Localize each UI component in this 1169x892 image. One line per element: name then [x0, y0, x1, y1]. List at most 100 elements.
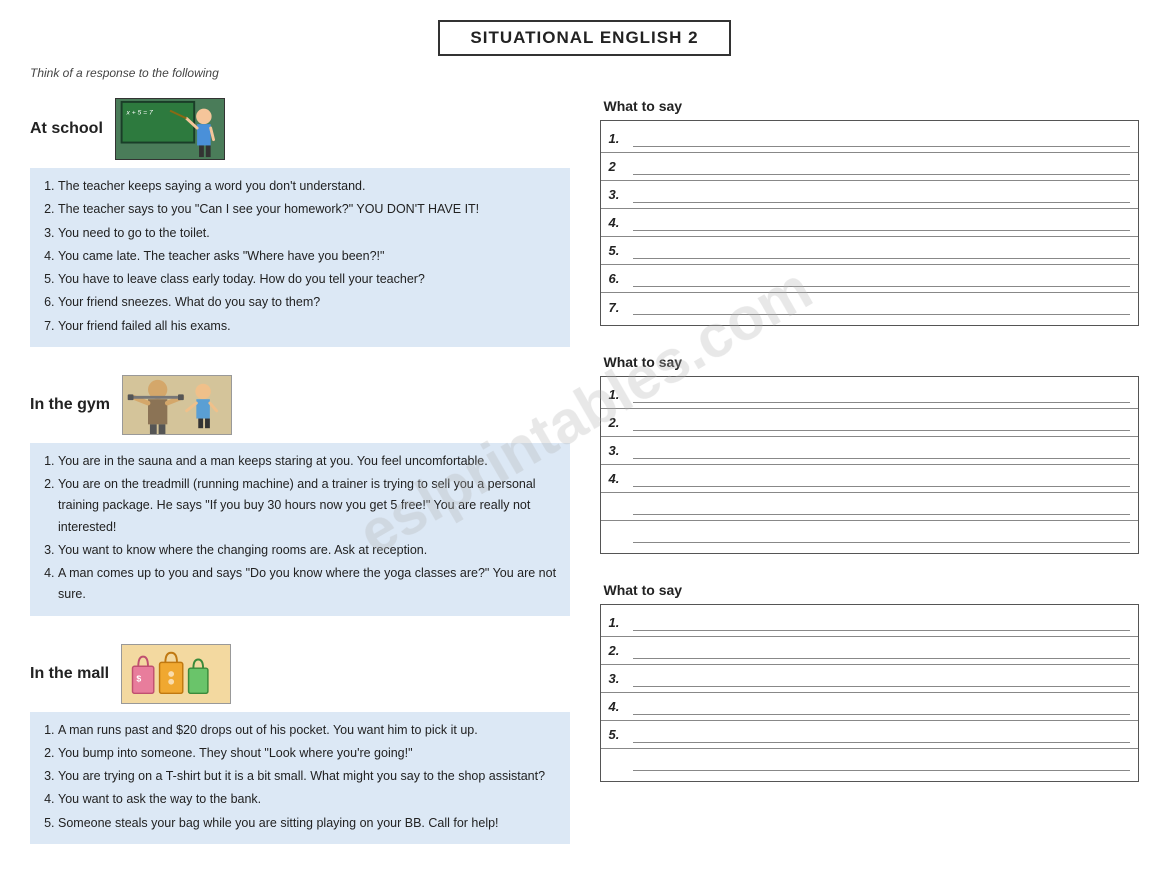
- answer-num: 6.: [609, 271, 629, 286]
- answer-num: 2.: [609, 415, 629, 430]
- answer-row: 2.: [601, 637, 1139, 665]
- answer-row: [601, 493, 1139, 521]
- section-at-school: At school x + 5 = 7: [30, 98, 570, 347]
- list-item: A man runs past and $20 drops out of his…: [58, 720, 558, 741]
- list-item: You need to go to the toilet.: [58, 223, 558, 244]
- answer-line: [633, 499, 1131, 515]
- answer-row: 7.: [601, 293, 1139, 321]
- list-item: The teacher keeps saying a word you don'…: [58, 176, 558, 197]
- answer-row: 4.: [601, 465, 1139, 493]
- list-item: You are in the sauna and a man keeps sta…: [58, 451, 558, 472]
- subtitle: Think of a response to the following: [30, 66, 1139, 80]
- section-gym-title: In the gym: [30, 396, 110, 414]
- answer-row: [601, 749, 1139, 777]
- section-in-the-gym: In the gym: [30, 375, 570, 616]
- list-item: The teacher says to you "Can I see your …: [58, 199, 558, 220]
- gym-image: [122, 375, 232, 435]
- what-to-say-mall: What to say 1. 2. 3. 4.: [600, 582, 1140, 782]
- list-item: You came late. The teacher asks "Where h…: [58, 246, 558, 267]
- content-wrapper: At school x + 5 = 7: [30, 98, 1139, 872]
- svg-text:$: $: [136, 673, 141, 683]
- answer-num: 3.: [609, 187, 629, 202]
- section-at-school-title: At school: [30, 120, 103, 138]
- answer-line: [633, 671, 1131, 687]
- answer-num: 2: [609, 159, 629, 174]
- section-at-school-items: The teacher keeps saying a word you don'…: [30, 168, 570, 347]
- list-item: You have to leave class early today. How…: [58, 269, 558, 290]
- answer-num: 3.: [609, 671, 629, 686]
- list-item: Someone steals your bag while you are si…: [58, 813, 558, 834]
- mall-image: $: [121, 644, 231, 704]
- answer-line: [633, 755, 1131, 771]
- list-item: You want to ask the way to the bank.: [58, 789, 558, 810]
- answer-num: 4.: [609, 471, 629, 486]
- page-title: SITUATIONAL ENGLISH 2: [438, 20, 730, 56]
- what-to-say-gym-label: What to say: [600, 354, 1140, 370]
- answer-row: 2.: [601, 409, 1139, 437]
- section-mall-title: In the mall: [30, 665, 109, 683]
- answer-num: 1.: [609, 615, 629, 630]
- answer-num: 4.: [609, 699, 629, 714]
- answer-row: 4.: [601, 209, 1139, 237]
- answer-line: [633, 387, 1131, 403]
- answer-line: [633, 131, 1131, 147]
- list-item: You want to know where the changing room…: [58, 540, 558, 561]
- what-to-say-school: What to say 1. 2 3. 4.: [600, 98, 1140, 326]
- answer-row: 4.: [601, 693, 1139, 721]
- list-item: You bump into someone. They shout "Look …: [58, 743, 558, 764]
- section-in-the-mall: In the mall $: [30, 644, 570, 844]
- answer-row: 2: [601, 153, 1139, 181]
- svg-text:x + 5 = 7: x + 5 = 7: [125, 109, 153, 116]
- section-gym-header: In the gym: [30, 375, 570, 435]
- answer-line: [633, 299, 1131, 315]
- answer-line: [633, 187, 1131, 203]
- answer-row: 3.: [601, 181, 1139, 209]
- answer-line: [633, 243, 1131, 259]
- answer-row: 1.: [601, 125, 1139, 153]
- answer-line: [633, 471, 1131, 487]
- answer-line: [633, 699, 1131, 715]
- answer-row: 3.: [601, 665, 1139, 693]
- answer-row: 6.: [601, 265, 1139, 293]
- answer-num: 1.: [609, 131, 629, 146]
- list-item: Your friend sneezes. What do you say to …: [58, 292, 558, 313]
- answer-num: 1.: [609, 387, 629, 402]
- answer-num: 3.: [609, 443, 629, 458]
- answer-line: [633, 215, 1131, 231]
- answer-row: 1.: [601, 381, 1139, 409]
- answer-row: 5.: [601, 721, 1139, 749]
- section-mall-items: A man runs past and $20 drops out of his…: [30, 712, 570, 844]
- answer-num: 2.: [609, 643, 629, 658]
- section-mall-header: In the mall $: [30, 644, 570, 704]
- answer-row: 5.: [601, 237, 1139, 265]
- answer-line: [633, 271, 1131, 287]
- answer-line: [633, 727, 1131, 743]
- answer-line: [633, 443, 1131, 459]
- answer-num: 4.: [609, 215, 629, 230]
- answer-line: [633, 527, 1131, 543]
- answer-num: 5.: [609, 727, 629, 742]
- answer-num: 7.: [609, 300, 629, 315]
- answer-line: [633, 415, 1131, 431]
- what-to-say-gym: What to say 1. 2. 3. 4.: [600, 354, 1140, 554]
- what-to-say-school-label: What to say: [600, 98, 1140, 114]
- answer-row: 1.: [601, 609, 1139, 637]
- answer-row: 3.: [601, 437, 1139, 465]
- list-item: You are trying on a T-shirt but it is a …: [58, 766, 558, 787]
- answer-row: [601, 521, 1139, 549]
- list-item: You are on the treadmill (running machin…: [58, 474, 558, 538]
- right-column: What to say 1. 2 3. 4.: [600, 98, 1140, 872]
- list-item: Your friend failed all his exams.: [58, 316, 558, 337]
- school-answer-box: 1. 2 3. 4. 5.: [600, 120, 1140, 326]
- answer-line: [633, 643, 1131, 659]
- answer-line: [633, 615, 1131, 631]
- answer-line: [633, 159, 1131, 175]
- answer-num: 5.: [609, 243, 629, 258]
- section-at-school-header: At school x + 5 = 7: [30, 98, 570, 160]
- what-to-say-mall-label: What to say: [600, 582, 1140, 598]
- mall-answer-box: 1. 2. 3. 4. 5.: [600, 604, 1140, 782]
- gym-answer-box: 1. 2. 3. 4.: [600, 376, 1140, 554]
- left-column: At school x + 5 = 7: [30, 98, 570, 872]
- list-item: A man comes up to you and says "Do you k…: [58, 563, 558, 606]
- section-gym-items: You are in the sauna and a man keeps sta…: [30, 443, 570, 616]
